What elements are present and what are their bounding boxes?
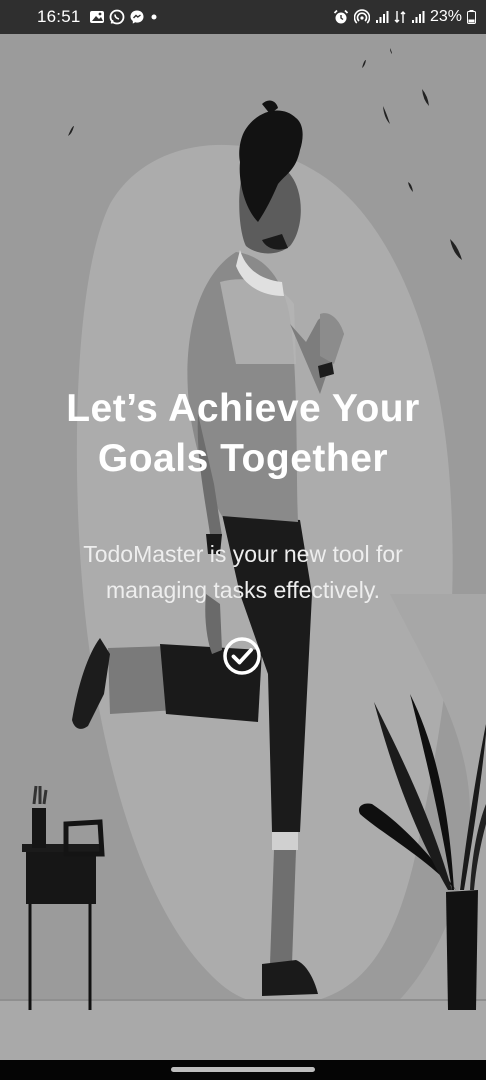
signal-icon	[375, 10, 389, 24]
check-circle-button[interactable]	[222, 636, 262, 676]
status-time: 16:51	[37, 7, 81, 26]
whatsapp-icon	[109, 9, 125, 25]
battery-icon	[467, 10, 476, 24]
onboarding-headline: Let’s Achieve Your Goals Together	[0, 384, 486, 484]
home-gesture-handle[interactable]	[171, 1067, 315, 1072]
headline-line-1: Let’s Achieve Your	[66, 387, 420, 430]
data-icon	[394, 9, 406, 25]
alarm-icon	[333, 9, 349, 25]
check-circle-icon	[223, 637, 261, 675]
onboarding-subtitle: TodoMaster is your new tool for managing…	[40, 536, 446, 608]
status-bar: 16:51 23%	[0, 0, 486, 34]
dot-icon	[149, 12, 159, 22]
subtitle-line-2: managing tasks effectively.	[105, 577, 380, 603]
signal-icon	[411, 10, 425, 24]
onboarding-screen: 16:51 23% Let’s Achieve Your Goals Toget…	[0, 0, 486, 1080]
system-icons: 23%	[333, 8, 476, 26]
hotspot-icon	[353, 9, 370, 25]
battery-percent: 23%	[429, 8, 462, 25]
notification-icons	[89, 9, 159, 25]
gallery-icon	[89, 10, 105, 24]
subtitle-line-1: TodoMaster is your new tool for	[83, 541, 403, 567]
messenger-icon	[129, 9, 145, 25]
navigation-bar	[0, 1060, 486, 1080]
headline-line-2: Goals Together	[97, 437, 389, 480]
